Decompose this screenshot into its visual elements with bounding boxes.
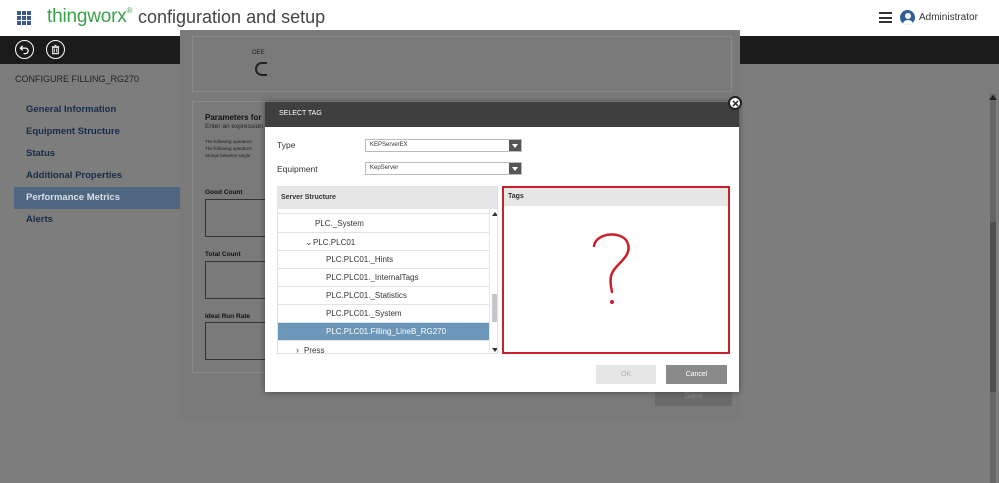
tree-row[interactable]: PLC.PLC01._System	[278, 305, 489, 323]
chevron-right-icon[interactable]: ›	[296, 341, 304, 353]
dialog-header: SELECT TAG	[265, 102, 739, 127]
trash-icon	[51, 44, 60, 55]
chevron-down-icon[interactable]: ⌄	[305, 233, 313, 251]
nav-item-general-information[interactable]: General Information	[14, 99, 182, 121]
hamburger-menu-icon[interactable]	[879, 12, 892, 23]
tree-scrollbar[interactable]	[489, 209, 497, 353]
oee-label: OEE	[252, 50, 265, 56]
tree-row[interactable]: PLC.PLC01._InternalTags	[278, 269, 489, 287]
tree-row[interactable]: ⌄PLC.PLC01	[278, 233, 489, 251]
back-button[interactable]	[15, 40, 34, 59]
tags-panel: Tags	[502, 186, 730, 354]
parameters-subtitle: Enter an expression	[205, 123, 263, 130]
delete-button[interactable]	[46, 40, 65, 59]
tree-row[interactable]: PLC.PLC01._Hints	[278, 251, 489, 269]
question-mark-annotation	[592, 233, 630, 304]
tree-header: Server Structure	[278, 187, 497, 209]
chevron-down-icon[interactable]	[509, 140, 521, 151]
equipment-select[interactable]: KepServer	[365, 162, 522, 175]
page-scrollbar-thumb[interactable]	[990, 222, 996, 392]
cancel-button[interactable]: Cancel	[666, 365, 727, 384]
ideal-run-rate-label: Ideal Run Rate	[205, 313, 251, 320]
parameters-note: Strings between single	[205, 153, 251, 158]
tree-row[interactable]: PLC.PLC01._Statistics	[278, 287, 489, 305]
ok-button[interactable]: OK	[596, 365, 656, 384]
user-avatar-icon[interactable]	[900, 10, 915, 25]
page-title: CONFIGURE FILLING_RG270	[15, 74, 140, 84]
equipment-label: Equipment	[277, 164, 318, 174]
select-tag-dialog: SELECT TAG Type KEPServerEX Equipment Ke…	[265, 102, 739, 392]
oee-panel	[192, 36, 732, 92]
app-title: configuration and setup	[138, 7, 326, 27]
parameters-title: Parameters for	[205, 113, 262, 122]
config-nav: General Information Equipment Structure …	[14, 99, 182, 231]
undo-icon	[19, 45, 29, 55]
scroll-up-arrow-icon[interactable]	[989, 95, 997, 100]
close-dialog-button[interactable]	[728, 96, 742, 110]
brand-logo: thingworx®	[47, 5, 133, 27]
nav-item-status[interactable]: Status	[14, 143, 182, 165]
good-count-label: Good Count	[205, 189, 243, 196]
equipment-select-value: KepServer	[370, 165, 399, 171]
dialog-title: SELECT TAG	[279, 110, 322, 117]
oee-toggle[interactable]	[255, 62, 267, 76]
tree-row[interactable]: PLC._System	[278, 215, 489, 233]
parameters-note: The following operators	[205, 139, 252, 144]
tree-row-partial	[278, 209, 489, 214]
close-icon	[731, 99, 739, 107]
type-select[interactable]: KEPServerEX	[365, 139, 522, 152]
server-structure-tree: Server Structure PLC._System ⌄PLC.PLC01 …	[277, 186, 498, 354]
nav-item-performance-metrics[interactable]: Performance Metrics	[14, 187, 182, 209]
nav-item-alerts[interactable]: Alerts	[14, 209, 182, 231]
nav-item-additional-properties[interactable]: Additional Properties	[14, 165, 182, 187]
parameters-note: The following operators	[205, 146, 252, 151]
scroll-down-arrow-icon[interactable]	[492, 348, 497, 352]
tree-row-selected[interactable]: PLC.PLC01.Filling_LineB_RG270	[278, 323, 489, 341]
scroll-up-arrow-icon[interactable]	[492, 212, 497, 216]
chevron-down-icon[interactable]	[509, 163, 521, 174]
tags-header: Tags	[504, 188, 728, 206]
total-count-label: Total Count	[205, 251, 241, 258]
app-launcher-icon[interactable]	[17, 11, 31, 25]
tree-scrollbar-thumb[interactable]	[492, 294, 497, 322]
user-name[interactable]: Administrator	[919, 12, 978, 23]
tree-row[interactable]: › Press	[278, 341, 489, 353]
nav-item-equipment-structure[interactable]: Equipment Structure	[14, 121, 182, 143]
type-label: Type	[277, 140, 296, 150]
type-select-value: KEPServerEX	[370, 142, 408, 148]
